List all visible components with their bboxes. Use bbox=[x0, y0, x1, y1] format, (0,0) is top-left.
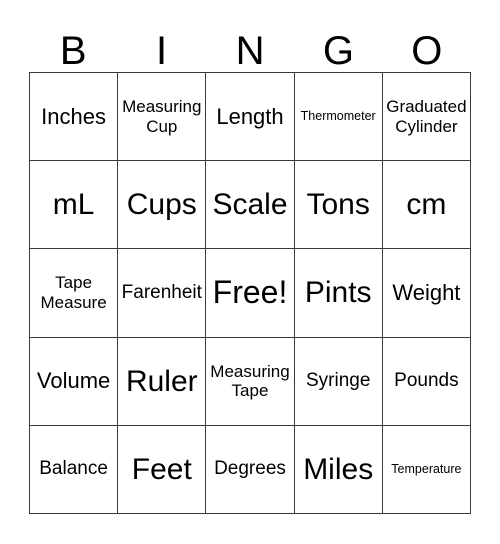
bingo-cell-label: Graduated Cylinder bbox=[386, 97, 467, 136]
bingo-cell-label: Pounds bbox=[394, 369, 459, 391]
bingo-cell[interactable]: Degrees bbox=[206, 425, 295, 514]
bingo-cell-label: Thermometer bbox=[300, 108, 376, 123]
bingo-cell-label: Volume bbox=[36, 368, 111, 394]
bingo-cell-label: Syringe bbox=[305, 369, 371, 391]
bingo-cell[interactable]: Tape Measure bbox=[30, 249, 119, 338]
bingo-cell-label: Inches bbox=[41, 103, 106, 129]
bingo-cell-label: Degrees bbox=[214, 457, 286, 479]
bingo-cell[interactable]: Syringe bbox=[294, 337, 383, 426]
bingo-cell-label: Tons bbox=[306, 188, 370, 222]
bingo-header-row: BINGO bbox=[29, 22, 471, 72]
bingo-cell[interactable]: Measuring Cup bbox=[118, 73, 207, 162]
bingo-cell[interactable]: Volume bbox=[30, 337, 119, 426]
bingo-cell[interactable]: Balance bbox=[30, 425, 119, 514]
bingo-cell[interactable]: Length bbox=[206, 73, 295, 162]
bingo-cell-label: Cups bbox=[126, 188, 197, 222]
bingo-cell-label: Length bbox=[216, 103, 284, 129]
bingo-grid: Inches Measuring Cup Length Thermometer Grad… bbox=[29, 72, 471, 514]
bingo-cell[interactable]: Cups bbox=[118, 161, 207, 250]
bingo-cell[interactable]: Ruler bbox=[118, 337, 207, 426]
bingo-cell-label: cm bbox=[406, 188, 447, 222]
bingo-free-space-cell[interactable]: Free! bbox=[206, 249, 295, 338]
bingo-cell-label: Ruler bbox=[125, 364, 198, 398]
bingo-cell-label: Tape Measure bbox=[40, 273, 107, 312]
bingo-cell[interactable]: Scale bbox=[206, 161, 295, 250]
bingo-cell[interactable]: Temperature bbox=[382, 425, 471, 514]
bingo-cell-label: Feet bbox=[131, 452, 192, 486]
bingo-cell[interactable]: Thermometer bbox=[294, 73, 383, 162]
bingo-cell[interactable]: Inches bbox=[30, 73, 119, 162]
bingo-header-letter-o: O bbox=[411, 29, 443, 73]
bingo-cell[interactable]: Miles bbox=[294, 425, 383, 514]
bingo-cell-label: Scale bbox=[212, 188, 288, 222]
bingo-header-letter-n: N bbox=[235, 29, 265, 73]
bingo-cell[interactable]: Graduated Cylinder bbox=[382, 73, 471, 162]
bingo-free-space-label: Free! bbox=[212, 274, 288, 311]
bingo-cell-label: Farenheit bbox=[121, 281, 202, 303]
bingo-cell-label: mL bbox=[52, 188, 95, 222]
bingo-card: B I N G O Inches Measuring Cup Length Thermomet… bbox=[0, 0, 500, 544]
bingo-cell-label: Balance bbox=[39, 457, 108, 479]
bingo-cell-label: Miles bbox=[303, 452, 374, 486]
bingo-cell[interactable]: Measuring Tape bbox=[206, 337, 295, 426]
bingo-cell-label: Measuring Cup bbox=[122, 97, 202, 136]
bingo-cell[interactable]: Tons bbox=[294, 161, 383, 250]
bingo-cell[interactable]: Pints bbox=[294, 249, 383, 338]
bingo-cell[interactable]: Feet bbox=[118, 425, 207, 514]
bingo-cell-label: Measuring Tape bbox=[210, 361, 290, 401]
bingo-cell[interactable]: cm bbox=[382, 161, 471, 250]
bingo-cell[interactable]: Weight bbox=[382, 249, 471, 338]
bingo-cell-label: Weight bbox=[392, 279, 461, 305]
bingo-cell[interactable]: mL bbox=[30, 161, 119, 250]
bingo-cell[interactable]: Pounds bbox=[382, 337, 471, 426]
bingo-cell[interactable]: Farenheit bbox=[118, 249, 207, 338]
bingo-header-letter-b: B bbox=[59, 29, 87, 73]
bingo-cell-label: Pints bbox=[304, 276, 372, 310]
bingo-header-letter-i: I bbox=[156, 29, 168, 73]
bingo-cell-label: Temperature bbox=[391, 461, 462, 476]
bingo-header-letter-g: G bbox=[322, 29, 354, 73]
